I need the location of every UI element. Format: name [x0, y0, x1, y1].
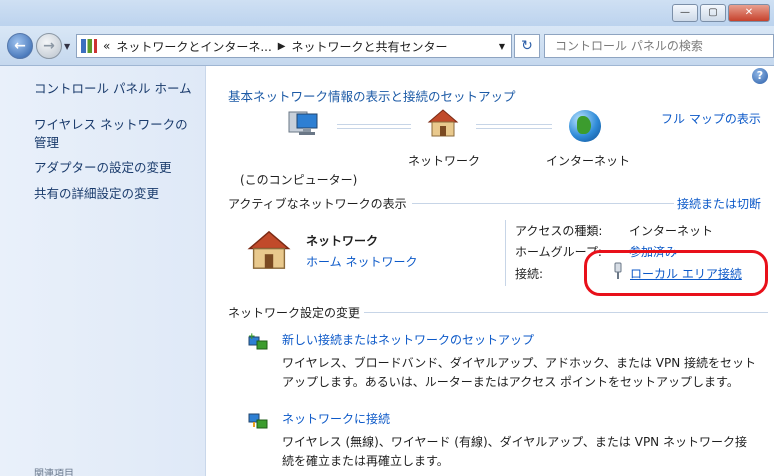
- access-type-label: アクセスの種類:: [515, 224, 603, 238]
- map-link-line-2: [476, 124, 552, 125]
- maximize-button[interactable]: ▢: [700, 4, 726, 22]
- map-internet-label: インターネット: [546, 154, 631, 168]
- sidebar: コントロール パネル ホーム ワイヤレス ネットワークの管理 アダプターの設定の…: [0, 66, 206, 476]
- minimize-button[interactable]: —: [672, 4, 698, 22]
- breadcrumb-network-sharing-center[interactable]: ネットワークと共有センター: [292, 38, 448, 55]
- highlight-annotation: [584, 250, 768, 296]
- vertical-divider: [505, 220, 506, 286]
- close-button[interactable]: ✕: [728, 4, 770, 22]
- active-networks-heading: アクティブなネットワークの表示: [228, 197, 407, 211]
- connections-label: 接続:: [515, 267, 544, 281]
- sidebar-item-advanced-sharing[interactable]: 共有の詳細設定の変更: [34, 185, 199, 203]
- home-network-large-icon: [247, 230, 291, 269]
- refresh-button[interactable]: ↻: [514, 34, 540, 58]
- map-link-line-1: [337, 124, 411, 125]
- map-computer-label: (このコンピューター): [240, 173, 358, 187]
- connect-disconnect-link[interactable]: 接続または切断: [677, 195, 761, 212]
- change-settings-heading: ネットワーク設定の変更: [228, 306, 361, 320]
- settings-divider: [364, 312, 768, 313]
- setup-new-connection-desc-2: アップします。あるいは、ルーターまたはアクセス ポイントをセットアップします。: [282, 375, 739, 389]
- recent-pages-dropdown[interactable]: ▼: [64, 42, 70, 51]
- sidebar-see-also-heading: 関連項目: [34, 469, 74, 476]
- back-button[interactable]: ←: [7, 33, 33, 59]
- help-icon[interactable]: ?: [752, 68, 768, 84]
- forward-button[interactable]: →: [36, 33, 62, 59]
- map-link-line-2b: [476, 128, 552, 129]
- sidebar-item-control-panel-home[interactable]: コントロール パネル ホーム: [34, 80, 199, 98]
- sidebar-item-adapter-settings[interactable]: アダプターの設定の変更: [34, 159, 199, 177]
- full-map-link[interactable]: フル マップの表示: [661, 110, 761, 127]
- navigation-bar: ← → ▼ « ネットワークとインターネ... ▶ ネットワークと共有センター …: [0, 26, 774, 66]
- map-link-line-1b: [337, 128, 411, 129]
- network-type-link[interactable]: ホーム ネットワーク: [306, 253, 417, 270]
- network-name: ネットワーク: [306, 234, 379, 248]
- page-title: 基本ネットワーク情報の表示と接続のセットアップ: [228, 89, 516, 104]
- svg-text:+: +: [248, 332, 256, 342]
- address-bar[interactable]: « ネットワークとインターネ... ▶ ネットワークと共有センター ▼: [76, 34, 512, 58]
- internet-globe-icon: [569, 110, 601, 142]
- access-type-value: インターネット: [629, 224, 714, 238]
- breadcrumb-network-internet[interactable]: ネットワークとインターネ...: [116, 38, 271, 55]
- breadcrumb-chevron[interactable]: «: [103, 39, 110, 53]
- setup-new-connection-desc-1: ワイヤレス、ブロードバンド、ダイヤルアップ、アドホック、または VPN 接続をセ…: [282, 356, 757, 370]
- map-network-label: ネットワーク: [408, 154, 481, 168]
- new-connection-icon: +: [248, 332, 268, 350]
- connect-network-icon: [248, 413, 268, 429]
- computer-icon: [288, 111, 318, 135]
- address-dropdown-icon[interactable]: ▼: [493, 42, 511, 51]
- window-controls: — ▢ ✕: [672, 4, 770, 22]
- sidebar-item-manage-wireless[interactable]: ワイヤレス ネットワークの管理: [34, 116, 199, 152]
- connect-to-network-desc-2: 続を確立または再確立します。: [282, 454, 449, 468]
- setup-new-connection-link[interactable]: 新しい接続またはネットワークのセットアップ: [282, 331, 534, 348]
- title-bar: — ▢ ✕: [0, 0, 774, 26]
- connect-to-network-link[interactable]: ネットワークに接続: [282, 410, 390, 427]
- breadcrumb-separator-icon[interactable]: ▶: [278, 41, 286, 52]
- connect-to-network-desc-1: ワイヤレス (無線)、ワイヤード (有線)、ダイヤルアップ、または VPN ネッ…: [282, 435, 747, 449]
- section-divider: [412, 203, 674, 204]
- search-input[interactable]: コントロール パネルの検索: [544, 34, 774, 58]
- home-network-icon: [427, 109, 459, 137]
- control-panel-icon: [81, 39, 97, 53]
